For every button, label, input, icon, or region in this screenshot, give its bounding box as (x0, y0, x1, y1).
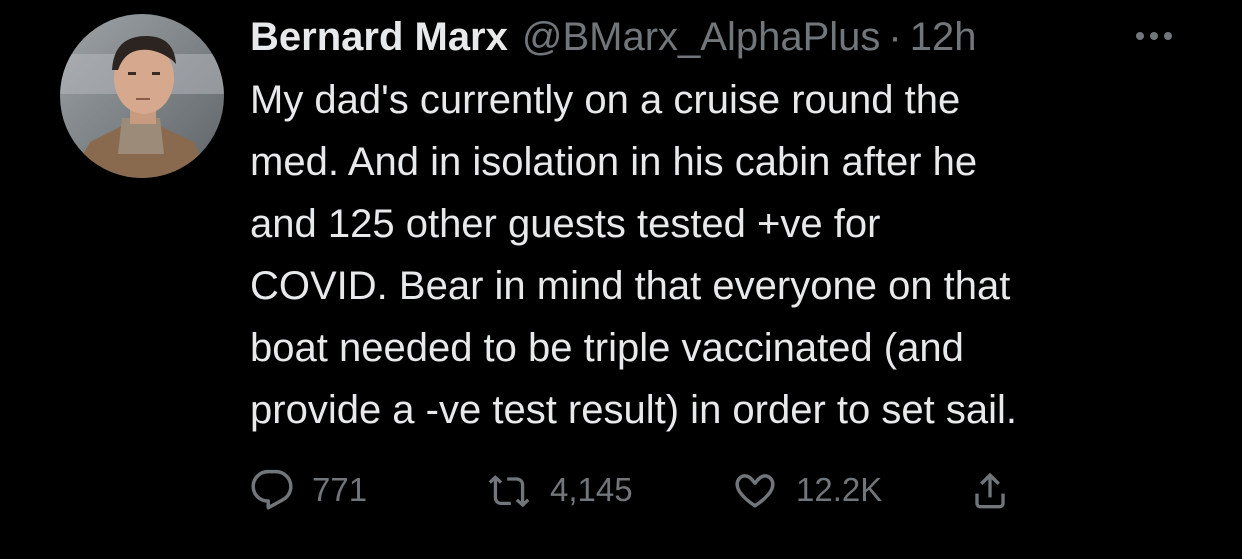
heart-icon (732, 468, 778, 512)
retweet-icon (486, 468, 532, 512)
tweet-text-line: and 125 other guests tested +ve for (250, 202, 881, 246)
retweet-button[interactable]: 4,145 (486, 466, 633, 514)
tweet-text: My dad's currently on a cruise round the… (250, 69, 1210, 441)
tweet-text-line: COVID. Bear in mind that everyone on tha… (250, 264, 1011, 308)
more-options-icon[interactable] (1128, 24, 1180, 48)
tweet-text-line: med. And in isolation in his cabin after… (250, 140, 978, 184)
author-name[interactable]: Bernard Marx (250, 12, 508, 62)
share-button[interactable] (968, 466, 1012, 514)
tweet-card[interactable]: Bernard Marx @BMarx_AlphaPlus · 12h My d… (0, 0, 1242, 559)
avatar[interactable] (60, 14, 224, 178)
retweet-count: 4,145 (550, 471, 633, 508)
share-icon (968, 468, 1012, 512)
tweet-text-line: boat needed to be triple vaccinated (and (250, 326, 964, 370)
tweet-timestamp[interactable]: 12h (910, 12, 977, 62)
tweet-text-line: provide a -ve test result) in order to s… (250, 388, 1017, 432)
author-handle[interactable]: @BMarx_AlphaPlus (522, 12, 881, 62)
reply-icon (250, 468, 294, 512)
reply-button[interactable]: 771 (250, 466, 367, 514)
tweet-text-line: My dad's currently on a cruise round the (250, 78, 961, 122)
like-count: 12.2K (796, 471, 883, 508)
like-button[interactable]: 12.2K (732, 466, 882, 514)
reply-count: 771 (312, 471, 368, 508)
tweet-header: Bernard Marx @BMarx_AlphaPlus · 12h (250, 12, 977, 62)
separator-dot: · (888, 15, 902, 59)
